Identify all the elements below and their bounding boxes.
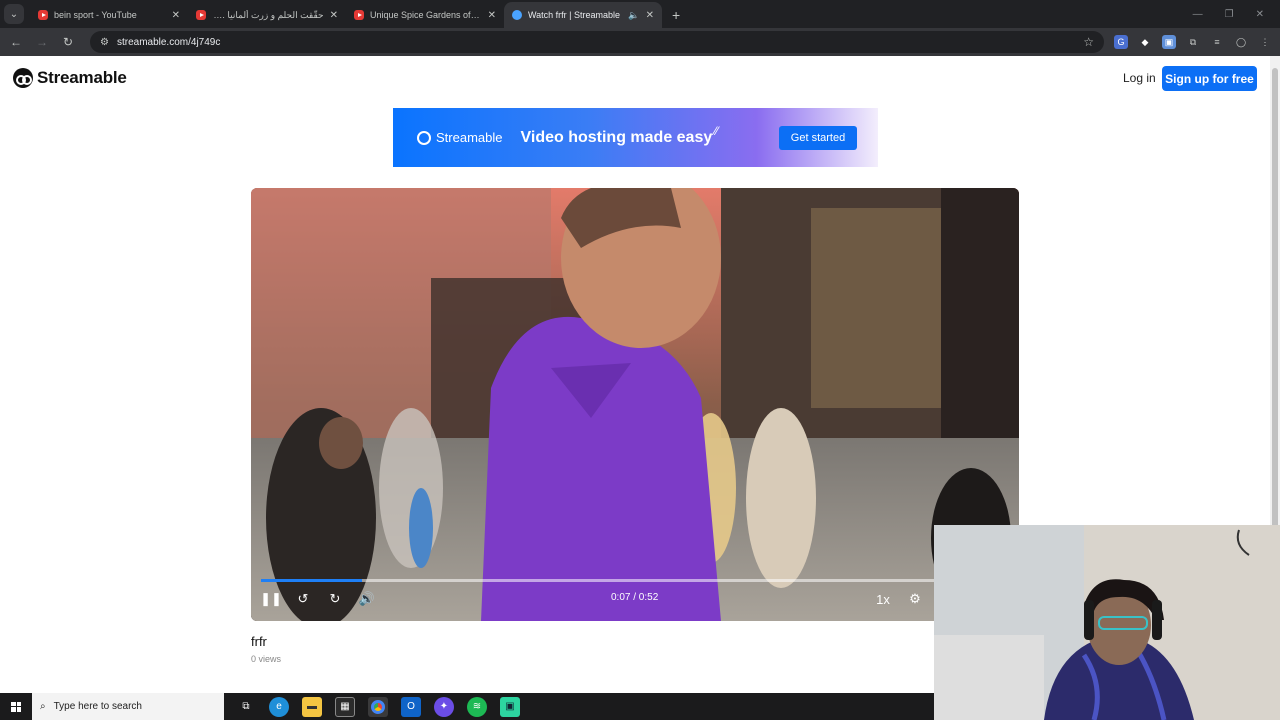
video-frame [251, 188, 1019, 621]
site-info-icon[interactable]: ⚙ [100, 37, 109, 48]
task-view-icon[interactable]: ⧉ [236, 697, 256, 717]
diamond-extension-icon[interactable]: ◆ [1138, 35, 1152, 49]
playback-speed-button[interactable]: 1x [867, 587, 899, 611]
menu-kebab-icon[interactable]: ⋮ [1258, 35, 1272, 49]
tab-title: bein sport - YouTube [54, 10, 137, 20]
fast-forward-icon[interactable]: ↻ [319, 587, 351, 611]
sparkle-icon: ⁄⁄ [714, 123, 719, 138]
forward-icon[interactable]: → [34, 35, 50, 49]
video-title: frfr [251, 634, 267, 649]
back-icon[interactable]: ← [8, 35, 24, 49]
browser-tab[interactable]: حقّقت الحلم و زرت ألمانيا .. شفت ✕ [188, 2, 346, 28]
chrome-icon[interactable] [368, 696, 388, 717]
login-link[interactable]: Log in [1123, 71, 1156, 85]
settings-gear-icon[interactable]: ⚙ [899, 587, 931, 611]
search-icon: ⌕ [40, 701, 46, 712]
address-bar[interactable]: ⚙ streamable.com/4j749c ☆ [90, 31, 1104, 53]
file-explorer-icon[interactable]: ▬ [302, 696, 322, 717]
new-tab-button[interactable]: + [662, 7, 690, 28]
window-controls: — ❐ ✕ [1193, 9, 1280, 28]
banner-headline: Video hosting made easy [520, 128, 713, 146]
close-icon[interactable]: ✕ [330, 10, 338, 21]
taskbar-search-box[interactable]: ⌕ Type here to search [32, 693, 224, 720]
close-window-icon[interactable]: ✕ [1256, 9, 1264, 20]
tab-title: حقّقت الحلم و زرت ألمانيا .. شفت [212, 9, 324, 20]
banner-logo-text: Streamable [436, 130, 503, 145]
extensions-area: G ◆ ▣ ⧉ ≡ ◯ ⋮ [1114, 35, 1272, 49]
tab-title: Watch frfr | Streamable [528, 10, 621, 20]
streamable-logo[interactable]: Streamable [13, 68, 127, 88]
minimize-icon[interactable]: — [1193, 9, 1203, 20]
pause-button[interactable]: ❚❚ [255, 587, 287, 611]
banner-logo: Streamable [417, 130, 502, 145]
youtube-icon [196, 10, 206, 20]
rewind-icon[interactable]: ↺ [287, 587, 319, 611]
spotify-icon[interactable]: ≋ [467, 696, 487, 717]
close-icon[interactable]: ✕ [646, 10, 654, 21]
media-controls-icon[interactable]: ≡ [1210, 35, 1224, 49]
restore-icon[interactable]: ❐ [1225, 9, 1234, 20]
browser-toolbar: ← → ↻ ⚙ streamable.com/4j749c ☆ G ◆ ▣ ⧉ … [0, 28, 1280, 56]
browser-tab-strip: ⌄ bein sport - YouTube ✕ حقّقت الحلم و ز… [0, 0, 1280, 28]
translate-extension-icon[interactable]: G [1114, 35, 1128, 49]
youtube-icon [354, 10, 364, 20]
puzzle-icon[interactable]: ⧉ [1186, 35, 1200, 49]
url-text: streamable.com/4j749c [116, 36, 221, 48]
youtube-icon [38, 10, 48, 20]
edge-icon[interactable]: e [269, 696, 289, 717]
streamable-logo-icon [417, 130, 431, 145]
tab-search-button[interactable]: ⌄ [4, 4, 24, 24]
outlook-icon[interactable]: O [401, 696, 421, 717]
speaker-icon[interactable]: 🔈 [628, 10, 639, 21]
profile-icon[interactable]: ◯ [1234, 35, 1248, 49]
control-row: ❚❚ ↺ ↻ 🔊 0:07 / 0:52 1x ⚙ ▭ ⛶ ⊚ [251, 587, 1019, 611]
signup-button[interactable]: Sign up for free [1162, 66, 1257, 91]
progress-bar[interactable] [261, 579, 1009, 582]
windows-taskbar: ⌕ Type here to search ⧉ e ▬ ▦ O ✦ ≋ ▣ [0, 693, 934, 720]
app-icon[interactable]: ▣ [500, 696, 520, 717]
webcam-overlay [934, 525, 1280, 720]
streamable-logo-icon [13, 68, 33, 88]
player-controls: ❚❚ ↺ ↻ 🔊 0:07 / 0:52 1x ⚙ ▭ ⛶ ⊚ [251, 577, 1019, 621]
image-extension-icon[interactable]: ▣ [1162, 35, 1176, 49]
store-icon[interactable]: ▦ [335, 696, 355, 717]
timecode: 0:07 / 0:52 [611, 592, 659, 603]
view-count: 0 views [251, 654, 282, 664]
progress-fill [261, 579, 362, 582]
reload-icon[interactable]: ↻ [60, 35, 76, 49]
volume-icon[interactable]: 🔊 [351, 587, 383, 611]
browser-tab[interactable]: bein sport - YouTube ✕ [30, 2, 188, 28]
tab-title: Unique Spice Gardens of the W [370, 10, 482, 20]
streamable-icon [512, 10, 522, 20]
logo-text: Streamable [37, 68, 127, 87]
get-started-button[interactable]: Get started [779, 126, 857, 150]
start-button[interactable] [0, 693, 32, 720]
taskbar-search-placeholder: Type here to search [53, 701, 142, 712]
browser-tab[interactable]: Unique Spice Gardens of the W ✕ [346, 2, 504, 28]
browser-tab-active[interactable]: Watch frfr | Streamable 🔈 ✕ [504, 2, 662, 28]
video-player[interactable]: ❚❚ ↺ ↻ 🔊 0:07 / 0:52 1x ⚙ ▭ ⛶ ⊚ [251, 188, 1019, 621]
messenger-icon[interactable]: ✦ [434, 696, 454, 717]
chevron-down-icon: ⌄ [9, 8, 19, 20]
windows-logo-icon [11, 701, 21, 712]
close-icon[interactable]: ✕ [488, 10, 496, 21]
bookmark-star-icon[interactable]: ☆ [1083, 35, 1094, 49]
promo-banner[interactable]: Streamable Video hosting made easy ⁄⁄ Ge… [393, 108, 878, 167]
taskbar-apps: ⧉ e ▬ ▦ O ✦ ≋ ▣ [236, 696, 520, 717]
webcam-feed [934, 525, 1280, 720]
close-icon[interactable]: ✕ [172, 10, 180, 21]
